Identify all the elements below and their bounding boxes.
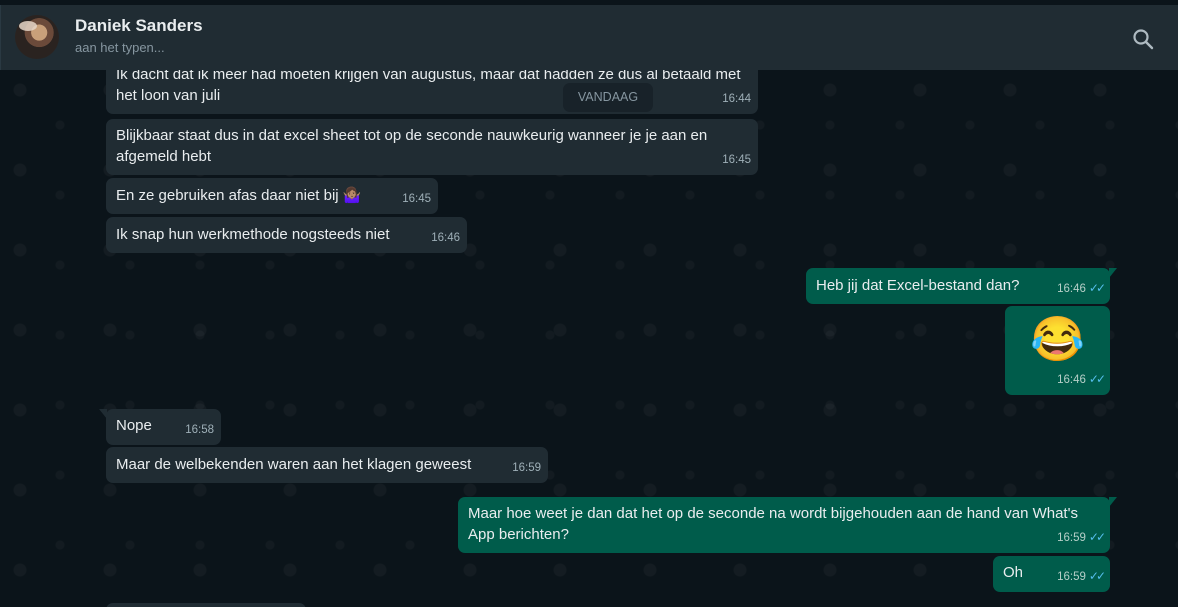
incoming-message[interactable]: En ze gebruiken afas daar niet bij 🤷🏽‍♀️…	[106, 178, 438, 214]
message-time: 16:45	[722, 154, 751, 166]
incoming-message[interactable]: Ik snap hun werkmethode nogsteeds niet 1…	[106, 217, 467, 253]
message-time: 16:59 ✓✓	[1057, 530, 1106, 544]
message-text: Maar de welbekenden waren aan het klagen…	[116, 456, 472, 473]
outgoing-message[interactable]: Oh 16:59 ✓✓	[993, 556, 1110, 592]
message-text: Maar hoe weet je dan dat het op de secon…	[468, 505, 1078, 543]
double-check-icon: ✓✓	[1088, 281, 1106, 295]
double-check-icon: ✓✓	[1088, 372, 1106, 386]
message-time: 16:44	[722, 93, 751, 105]
message-time: 16:59	[512, 462, 541, 474]
message-text: Blijkbaar staat dus in dat excel sheet t…	[116, 127, 708, 165]
message-text: En ze gebruiken afas daar niet bij 🤷🏽‍♀️	[116, 187, 362, 204]
outgoing-message[interactable]: Maar hoe weet je dan dat het op de secon…	[458, 497, 1117, 553]
message-text: Nope	[116, 417, 152, 434]
search-icon[interactable]	[1131, 27, 1155, 51]
outgoing-message[interactable]: 😂 16:46 ✓✓	[1005, 306, 1110, 395]
typing-status: aan het typen...	[75, 40, 165, 55]
message-text: Heb jij dat Excel-bestand dan?	[816, 277, 1020, 294]
incoming-message[interactable]: Nope 16:58	[99, 409, 221, 445]
incoming-message[interactable]: Ik dacht dat ik meer had moeten krijgen …	[106, 70, 758, 114]
incoming-message-partial[interactable]	[106, 603, 306, 607]
message-list[interactable]: Ik dacht dat ik meer had moeten krijgen …	[0, 70, 1178, 607]
double-check-icon: ✓✓	[1088, 569, 1106, 583]
double-check-icon: ✓✓	[1088, 530, 1106, 544]
message-time: 16:46	[431, 232, 460, 244]
message-time: 16:46 ✓✓	[1057, 372, 1106, 386]
tears-of-joy-emoji: 😂	[1030, 315, 1085, 364]
date-separator: VANDAAG	[563, 83, 653, 112]
chat-header[interactable]: Daniek Sanders aan het typen...	[0, 5, 1178, 70]
message-time: 16:46 ✓✓	[1057, 281, 1106, 295]
message-text: Ik snap hun werkmethode nogsteeds niet	[116, 226, 390, 243]
avatar[interactable]	[15, 15, 59, 59]
incoming-message[interactable]: Blijkbaar staat dus in dat excel sheet t…	[106, 119, 758, 175]
outgoing-message[interactable]: Heb jij dat Excel-bestand dan? 16:46 ✓✓	[806, 268, 1117, 304]
message-time: 16:45	[402, 193, 431, 205]
message-time: 16:58	[185, 424, 214, 436]
contact-name[interactable]: Daniek Sanders	[75, 16, 203, 36]
message-text: Oh	[1003, 564, 1024, 581]
message-time: 16:59 ✓✓	[1057, 569, 1106, 583]
incoming-message[interactable]: Maar de welbekenden waren aan het klagen…	[106, 447, 548, 483]
